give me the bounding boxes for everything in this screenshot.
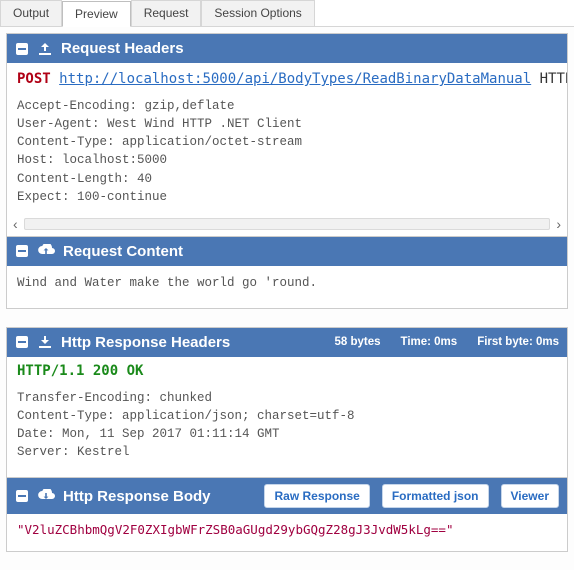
http-method: POST [17, 71, 51, 87]
formatted-json-button[interactable]: Formatted json [382, 484, 489, 508]
tab-preview[interactable]: Preview [62, 1, 131, 27]
request-headers-header: Request Headers [7, 34, 567, 63]
upload-icon [37, 42, 53, 56]
response-header-lines: Transfer-Encoding: chunked Content-Type:… [7, 381, 567, 478]
tab-bar: Output Preview Request Session Options [0, 0, 574, 27]
collapse-icon[interactable] [15, 42, 29, 56]
collapse-icon[interactable] [15, 489, 29, 503]
download-icon [37, 335, 53, 349]
request-content-header: Request Content [7, 237, 567, 266]
scroll-right-icon[interactable]: › [556, 217, 561, 231]
response-body-header: Http Response Body Raw Response Formatte… [7, 478, 567, 514]
request-header-lines: Accept-Encoding: gzip,deflate User-Agent… [7, 89, 567, 214]
cloud-download-icon [37, 489, 55, 503]
tab-output[interactable]: Output [0, 0, 62, 26]
request-line: POST http://localhost:5000/api/BodyTypes… [7, 63, 567, 89]
cloud-upload-icon [37, 244, 55, 258]
request-content-body: Wind and Water make the world go 'round. [7, 266, 567, 308]
response-headers-panel: Http Response Headers 58 bytes Time: 0ms… [6, 327, 568, 479]
request-headers-title: Request Headers [61, 40, 184, 57]
collapse-icon[interactable] [15, 244, 29, 258]
raw-response-button[interactable]: Raw Response [264, 484, 369, 508]
response-status-line: HTTP/1.1 200 OK [7, 357, 567, 381]
response-body-content: "V2luZCBhbmQgV2F0ZXIgbWFrZSB0aGUgd29ybGQ… [7, 514, 567, 551]
request-content-title: Request Content [63, 243, 183, 260]
tab-request[interactable]: Request [131, 0, 202, 26]
request-url[interactable]: http://localhost:5000/api/BodyTypes/Read… [59, 71, 531, 87]
tab-session-options[interactable]: Session Options [201, 0, 314, 26]
response-body-title: Http Response Body [63, 488, 211, 505]
response-body-panel: Http Response Body Raw Response Formatte… [6, 478, 568, 552]
horizontal-scrollbar[interactable]: ‹ › [7, 214, 567, 236]
request-headers-panel: Request Headers POST http://localhost:50… [6, 33, 568, 237]
response-headers-header: Http Response Headers 58 bytes Time: 0ms… [7, 328, 567, 357]
request-content-panel: Request Content Wind and Water make the … [6, 237, 568, 309]
response-headers-title: Http Response Headers [61, 334, 230, 351]
response-first-byte: First byte: 0ms [477, 336, 559, 348]
viewer-button[interactable]: Viewer [501, 484, 559, 508]
response-time: Time: 0ms [401, 336, 458, 348]
collapse-icon[interactable] [15, 335, 29, 349]
scrollbar-track[interactable] [24, 218, 551, 230]
scroll-left-icon[interactable]: ‹ [13, 217, 18, 231]
response-bytes: 58 bytes [334, 336, 380, 348]
http-version: HTTP/1. [540, 71, 567, 87]
